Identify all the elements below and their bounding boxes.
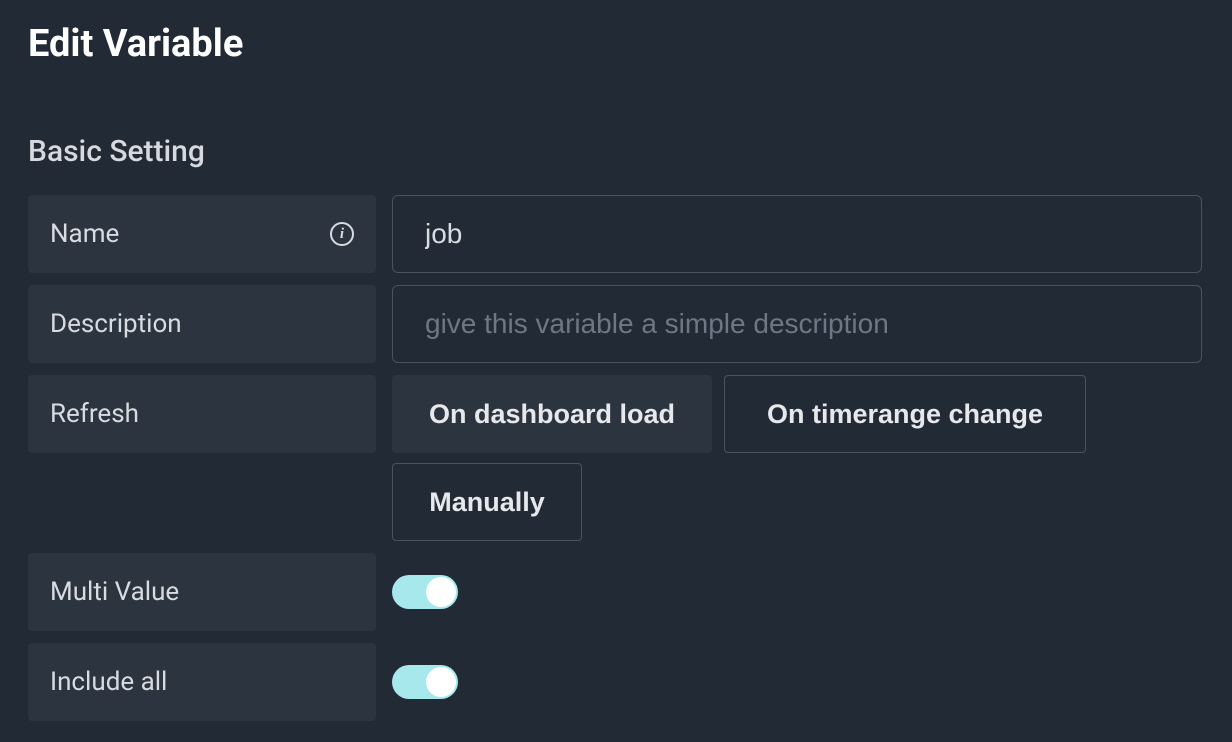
toggle-knob <box>426 667 456 697</box>
row-refresh: Refresh On dashboard load On timerange c… <box>28 375 1204 541</box>
row-multi-value: Multi Value <box>28 553 1204 631</box>
label-multi-value-text: Multi Value <box>50 577 179 607</box>
multi-value-toggle[interactable] <box>392 575 458 609</box>
field-area-refresh: On dashboard load On timerange change Ma… <box>392 375 1204 541</box>
label-refresh-text: Refresh <box>50 399 139 429</box>
label-name: Name i <box>28 195 376 273</box>
row-include-all: Include all <box>28 643 1204 721</box>
page-title: Edit Variable <box>28 22 1204 66</box>
label-multi-value: Multi Value <box>28 553 376 631</box>
label-refresh: Refresh <box>28 375 376 453</box>
row-name: Name i <box>28 195 1204 273</box>
refresh-option-manually[interactable]: Manually <box>392 463 582 541</box>
label-include-all: Include all <box>28 643 376 721</box>
name-input[interactable] <box>392 195 1202 273</box>
refresh-option-on-dashboard-load[interactable]: On dashboard load <box>392 375 712 453</box>
label-include-all-text: Include all <box>50 667 167 697</box>
row-description: Description <box>28 285 1204 363</box>
section-title-basic-setting: Basic Setting <box>28 134 1204 169</box>
info-icon[interactable]: i <box>330 222 354 246</box>
label-description: Description <box>28 285 376 363</box>
refresh-option-on-timerange-change[interactable]: On timerange change <box>724 375 1086 453</box>
field-area-description <box>392 285 1204 363</box>
refresh-segmented: On dashboard load On timerange change <box>392 375 1204 453</box>
refresh-segmented-line2: Manually <box>392 463 1204 541</box>
include-all-toggle[interactable] <box>392 665 458 699</box>
toggle-knob <box>426 577 456 607</box>
description-input[interactable] <box>392 285 1202 363</box>
label-description-text: Description <box>50 309 182 339</box>
label-name-text: Name <box>50 219 119 249</box>
field-area-name <box>392 195 1204 273</box>
